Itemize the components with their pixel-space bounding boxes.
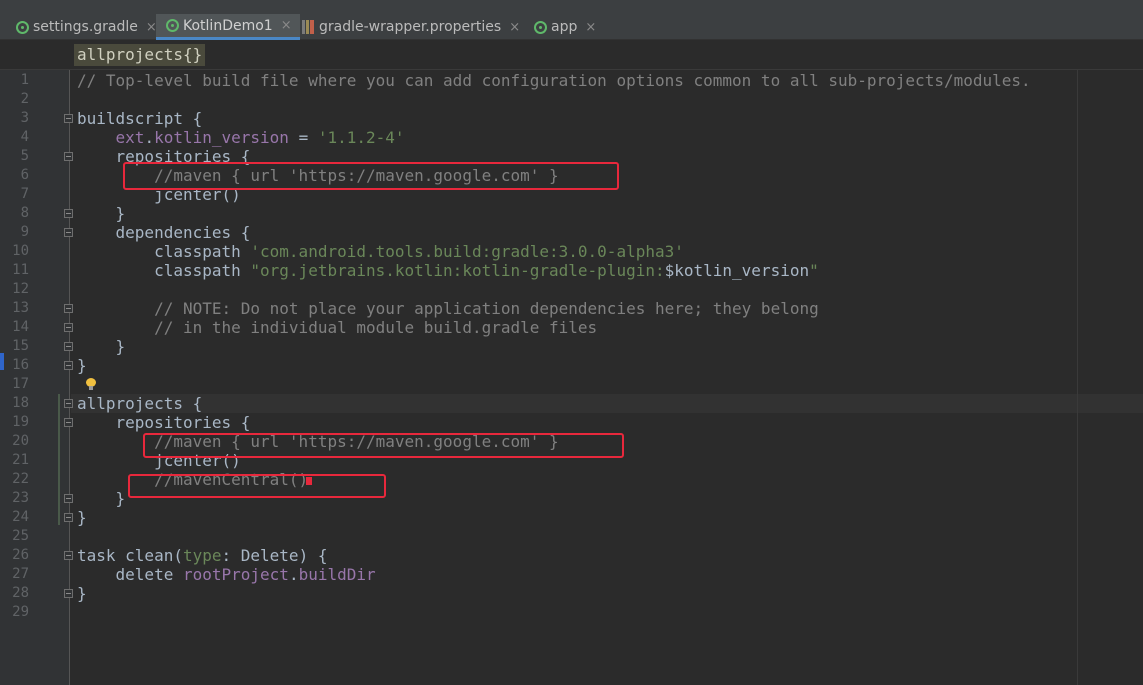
fold-icon[interactable] — [64, 494, 73, 503]
line-number: 24 — [12, 509, 29, 525]
line-number: 2 — [20, 91, 29, 107]
line-number: 29 — [12, 604, 29, 620]
line-number: 10 — [12, 243, 29, 259]
code-line-26: task clean(type: Delete) { — [77, 546, 328, 565]
fold-icon[interactable] — [64, 152, 73, 161]
fold-icon[interactable] — [64, 551, 73, 560]
tab-kotlindemo1[interactable]: KotlinDemo1 × — [156, 14, 300, 40]
code-line-27: delete rootProject.buildDir — [77, 565, 376, 584]
line-number: 16 — [12, 357, 29, 373]
code-line-16: } — [77, 356, 87, 375]
vcs-change-marker — [58, 394, 60, 525]
line-number: 7 — [20, 186, 29, 202]
highlight-box-mavencentral — [128, 474, 386, 498]
line-number: 13 — [12, 300, 29, 316]
code-line-3: buildscript { — [77, 109, 203, 128]
close-icon[interactable]: × — [509, 20, 520, 35]
line-number: 4 — [20, 129, 29, 145]
line-number: 25 — [12, 528, 29, 544]
code-line-28: } — [77, 584, 87, 603]
fold-icon[interactable] — [64, 304, 73, 313]
line-number: 19 — [12, 414, 29, 430]
text-cursor — [306, 477, 312, 485]
code-line-10: classpath 'com.android.tools.build:gradl… — [77, 242, 684, 261]
tab-label: app — [551, 19, 578, 35]
fold-icon[interactable] — [64, 361, 73, 370]
code-line-24: } — [77, 508, 87, 527]
line-number: 11 — [12, 262, 29, 278]
code-line-15: } — [77, 337, 126, 356]
gradle-icon — [534, 20, 547, 34]
tab-settings-gradle[interactable]: settings.gradle × — [6, 14, 165, 40]
close-icon[interactable]: × — [585, 20, 596, 35]
line-number: 21 — [12, 452, 29, 468]
code-line-9: dependencies { — [77, 223, 251, 242]
line-number: 27 — [12, 566, 29, 582]
line-number: 15 — [12, 338, 29, 354]
fold-icon[interactable] — [64, 342, 73, 351]
line-number: 23 — [12, 490, 29, 506]
fold-icon[interactable] — [64, 114, 73, 123]
fold-icon[interactable] — [64, 418, 73, 427]
code-line-1: // Top-level build file where you can ad… — [77, 71, 1031, 90]
line-number: 1 — [20, 72, 29, 88]
line-number: 18 — [12, 395, 29, 411]
line-number: 9 — [20, 224, 29, 240]
line-number: 6 — [20, 167, 29, 183]
highlight-box-buildscript-maven — [123, 162, 619, 190]
code-line-13: // NOTE: Do not place your application d… — [77, 299, 819, 318]
line-number: 28 — [12, 585, 29, 601]
line-number: 12 — [12, 281, 29, 297]
right-margin-guide — [1077, 70, 1078, 685]
gradle-icon — [16, 20, 29, 34]
line-number: 20 — [12, 433, 29, 449]
line-number: 14 — [12, 319, 29, 335]
editor-tab-bar: settings.gradle × KotlinDemo1 × gradle-w… — [0, 0, 1143, 40]
line-number: 5 — [20, 148, 29, 164]
breadcrumb-bar: allprojects{} — [0, 40, 1143, 70]
code-line-11: classpath "org.jetbrains.kotlin:kotlin-g… — [77, 261, 819, 280]
line-number: 17 — [12, 376, 29, 392]
fold-icon[interactable] — [64, 513, 73, 522]
tab-label: KotlinDemo1 — [183, 17, 273, 34]
properties-file-icon — [302, 20, 314, 34]
fold-icon[interactable] — [64, 209, 73, 218]
close-icon[interactable]: × — [281, 18, 292, 33]
line-number: 22 — [12, 471, 29, 487]
tab-app[interactable]: app × — [524, 14, 604, 40]
tab-gradle-wrapper-properties[interactable]: gradle-wrapper.properties × — [292, 14, 528, 40]
breadcrumb[interactable]: allprojects{} — [74, 44, 206, 66]
fold-icon[interactable] — [64, 589, 73, 598]
tab-label: settings.gradle — [33, 19, 138, 35]
line-number: 26 — [12, 547, 29, 563]
code-line-23: } — [77, 489, 126, 508]
line-number: 3 — [20, 110, 29, 126]
line-number: 8 — [20, 205, 29, 221]
highlight-box-allprojects-maven — [143, 433, 624, 458]
fold-icon[interactable] — [64, 228, 73, 237]
code-line-14: // in the individual module build.gradle… — [77, 318, 598, 337]
gradle-icon — [166, 19, 179, 32]
code-line-8: } — [77, 204, 126, 223]
code-line-19: repositories { — [77, 413, 251, 432]
code-line-18: allprojects { — [77, 394, 203, 413]
fold-icon[interactable] — [64, 323, 73, 332]
fold-icon[interactable] — [64, 399, 73, 408]
code-line-4: ext.kotlin_version = '1.1.2-4' — [115, 128, 405, 147]
tab-label: gradle-wrapper.properties — [319, 19, 502, 35]
